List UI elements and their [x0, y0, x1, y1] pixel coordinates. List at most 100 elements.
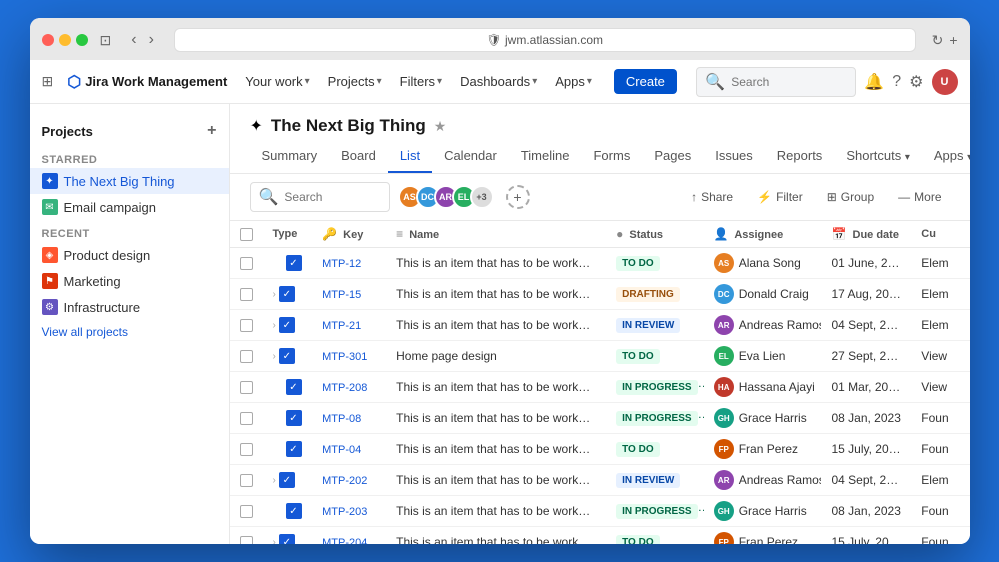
row-checkbox[interactable] — [240, 257, 253, 270]
row-checkbox[interactable] — [240, 288, 253, 301]
issue-key[interactable]: MTP-08 — [322, 413, 361, 425]
th-assignee[interactable]: 👤 Assignee — [704, 221, 822, 248]
th-key[interactable]: 🔑 Key — [312, 221, 386, 248]
nav-dashboards[interactable]: Dashboards ▾ — [452, 70, 545, 93]
issue-key[interactable]: MTP-12 — [322, 258, 361, 270]
help-icon[interactable]: ? — [892, 73, 901, 91]
tab-calendar[interactable]: Calendar — [432, 140, 509, 173]
filter-button[interactable]: ⚡ Filter — [749, 186, 811, 208]
notifications-icon[interactable]: 🔔 — [864, 72, 884, 92]
row-name-cell[interactable]: This is an item that has to be worked on — [386, 372, 606, 403]
tab-shortcuts[interactable]: Shortcuts ▾ — [834, 140, 922, 173]
status-badge[interactable]: TO DO — [616, 256, 659, 271]
row-name-cell[interactable]: This is an item that has to be worked on — [386, 403, 606, 434]
user-avatar[interactable]: U — [932, 69, 958, 95]
row-name-cell[interactable]: This is an item that has to be worked on — [386, 310, 606, 341]
share-button[interactable]: ↑ Share — [683, 186, 741, 208]
issue-key[interactable]: MTP-04 — [322, 444, 361, 456]
group-button[interactable]: ⊞ Group — [819, 186, 882, 208]
new-tab-icon[interactable]: + — [949, 32, 957, 49]
row-checkbox[interactable] — [240, 474, 253, 487]
row-name-cell[interactable]: This is an item that has to be worked on — [386, 434, 606, 465]
th-due-date[interactable]: 📅 Due date — [821, 221, 911, 248]
row-name-cell[interactable]: This is an item that has to be worked on — [386, 248, 606, 279]
back-button[interactable]: ‹ — [127, 29, 140, 51]
th-name[interactable]: ≡ Name — [386, 221, 606, 248]
tab-apps[interactable]: Apps ▾ — [922, 140, 970, 173]
tab-issues[interactable]: Issues — [703, 140, 765, 173]
address-bar[interactable]: 🛡 jwm.atlassian.com — [174, 28, 916, 52]
add-project-button[interactable]: + — [207, 122, 216, 140]
issue-key[interactable]: MTP-203 — [322, 506, 367, 518]
nav-apps[interactable]: Apps ▾ — [547, 70, 600, 93]
row-checkbox[interactable] — [240, 319, 253, 332]
expand-arrow[interactable]: › — [273, 351, 276, 362]
create-button[interactable]: Create — [614, 69, 677, 94]
status-badge[interactable]: IN PROGRESS — [616, 504, 697, 519]
forward-button[interactable]: › — [145, 29, 158, 51]
list-search[interactable]: 🔍 — [250, 182, 390, 212]
row-checkbox[interactable] — [240, 412, 253, 425]
status-badge[interactable]: IN REVIEW — [616, 318, 680, 333]
status-badge[interactable]: IN PROGRESS — [616, 380, 697, 395]
sidebar-item-email-campaign[interactable]: ✉ Email campaign — [30, 194, 229, 220]
status-badge[interactable]: IN REVIEW — [616, 473, 680, 488]
minimize-button[interactable] — [59, 34, 71, 46]
tab-reports[interactable]: Reports — [765, 140, 835, 173]
grid-icon[interactable]: ⊞ — [42, 73, 54, 90]
sidebar-item-product-design[interactable]: ◈ Product design — [30, 242, 229, 268]
maximize-button[interactable] — [76, 34, 88, 46]
nav-your-work[interactable]: Your work ▾ — [237, 70, 317, 93]
tab-forms[interactable]: Forms — [581, 140, 642, 173]
tab-board[interactable]: Board — [329, 140, 388, 173]
expand-arrow[interactable]: › — [273, 289, 276, 300]
more-button[interactable]: — More — [890, 186, 949, 208]
row-checkbox[interactable] — [240, 350, 253, 363]
tab-pages[interactable]: Pages — [642, 140, 703, 173]
sidebar-item-the-next-big-thing[interactable]: ✦ The Next Big Thing — [30, 168, 229, 194]
row-checkbox[interactable] — [240, 536, 253, 545]
status-badge[interactable]: TO DO — [616, 349, 659, 364]
row-name-cell[interactable]: Home page design — [386, 341, 606, 372]
search-input[interactable] — [731, 75, 847, 89]
issue-key[interactable]: MTP-15 — [322, 289, 361, 301]
status-badge[interactable]: TO DO — [616, 535, 659, 544]
sidebar-item-marketing[interactable]: ⚑ Marketing — [30, 268, 229, 294]
status-badge[interactable]: DRAFTING — [616, 287, 680, 302]
row-name-cell[interactable]: This is an item that has to be worked on — [386, 465, 606, 496]
add-member-button[interactable]: + — [506, 185, 530, 209]
issue-key[interactable]: MTP-301 — [322, 351, 367, 363]
select-all-checkbox[interactable] — [240, 228, 253, 241]
sidebar-toggle-icon[interactable]: ⊡ — [100, 32, 112, 49]
list-search-input[interactable] — [284, 190, 380, 204]
issue-key[interactable]: MTP-204 — [322, 537, 367, 544]
tab-summary[interactable]: Summary — [250, 140, 330, 173]
row-name-cell[interactable]: This is an item that has to be worked on — [386, 527, 606, 545]
tab-list[interactable]: List — [388, 140, 432, 173]
row-checkbox[interactable] — [240, 443, 253, 456]
issue-key[interactable]: MTP-21 — [322, 320, 361, 332]
avatar-count[interactable]: +3 — [470, 185, 494, 209]
expand-arrow[interactable]: › — [273, 475, 276, 486]
close-button[interactable] — [42, 34, 54, 46]
refresh-icon[interactable]: ↻ — [932, 32, 944, 49]
status-badge[interactable]: IN PROGRESS — [616, 411, 697, 426]
row-checkbox[interactable] — [240, 505, 253, 518]
view-all-projects[interactable]: View all projects — [30, 320, 229, 344]
global-search[interactable]: 🔍 — [696, 67, 856, 97]
star-icon[interactable]: ★ — [434, 118, 447, 135]
th-extra[interactable]: Cu — [911, 221, 969, 248]
tab-timeline[interactable]: Timeline — [509, 140, 582, 173]
expand-arrow[interactable]: › — [273, 320, 276, 331]
nav-projects[interactable]: Projects ▾ — [320, 70, 390, 93]
expand-arrow[interactable]: › — [273, 537, 276, 545]
issue-key[interactable]: MTP-208 — [322, 382, 367, 394]
row-name-cell[interactable]: This is an item that has to be worked on — [386, 279, 606, 310]
th-type[interactable]: Type — [263, 221, 313, 248]
sidebar-item-infrastructure[interactable]: ⚙ Infrastructure — [30, 294, 229, 320]
row-name-cell[interactable]: This is an item that has to be worked on — [386, 496, 606, 527]
status-badge[interactable]: TO DO — [616, 442, 659, 457]
row-checkbox[interactable] — [240, 381, 253, 394]
th-status[interactable]: ● Status — [606, 221, 704, 248]
settings-icon[interactable]: ⚙ — [909, 72, 923, 92]
